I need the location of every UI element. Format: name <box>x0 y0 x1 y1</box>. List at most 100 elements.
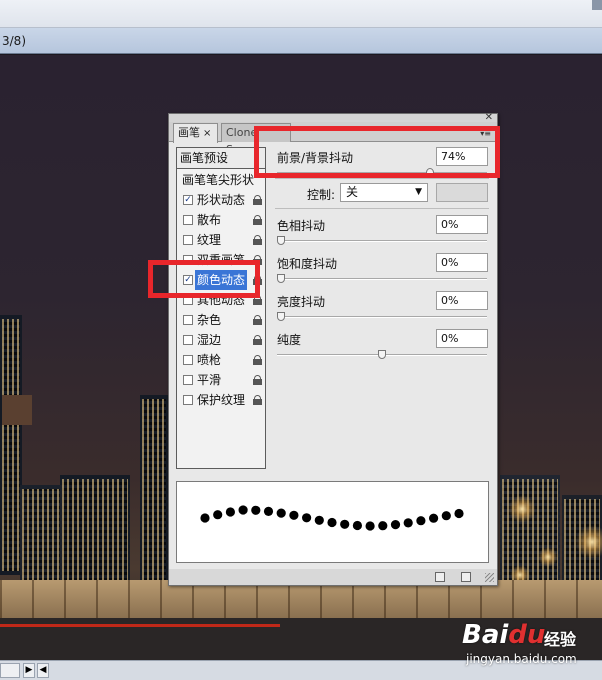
menu-bar <box>0 0 602 28</box>
brush-option-item[interactable]: ✓ 形状动态 <box>177 190 265 210</box>
checkbox[interactable] <box>183 335 193 345</box>
trash-icon[interactable] <box>461 572 471 582</box>
brush-dab <box>251 505 261 515</box>
checkbox[interactable] <box>183 375 193 385</box>
brush-dab <box>454 508 464 519</box>
panel-title-bar[interactable]: ✕ <box>169 112 497 123</box>
checkbox-checked[interactable]: ✓ <box>183 195 193 205</box>
control-select-value: 关 <box>346 185 359 199</box>
lock-icon[interactable] <box>253 335 262 345</box>
watermark-brand: Baidu <box>462 620 546 650</box>
chevron-down-icon: ▼ <box>415 187 422 197</box>
building <box>2 395 32 425</box>
checkbox[interactable] <box>183 395 193 405</box>
scroll-left-arrow[interactable]: ◀ <box>37 663 49 678</box>
purity-slider[interactable] <box>277 350 487 359</box>
brightness-jitter-label: 亮度抖动 <box>277 295 326 309</box>
resize-grip-icon[interactable] <box>485 573 494 582</box>
brush-option-label: 喷枪 <box>197 353 222 367</box>
brush-option-label: 画笔笔尖形状 <box>182 173 255 187</box>
slider-thumb[interactable] <box>277 274 285 283</box>
brush-dab <box>429 513 439 523</box>
brush-option-item[interactable]: 散布 <box>177 210 265 230</box>
brush-option-label: 杂色 <box>197 313 222 327</box>
street-light-glow <box>508 495 536 523</box>
panel-footer <box>169 569 497 585</box>
checkbox[interactable] <box>183 315 193 325</box>
brush-dab <box>403 518 413 528</box>
brush-option-item[interactable]: 纹理 <box>177 230 265 250</box>
brush-dab <box>276 508 286 518</box>
brush-option-item[interactable]: 杂色 <box>177 310 265 330</box>
brush-dab <box>378 521 388 531</box>
hue-jitter-label: 色相抖动 <box>277 219 326 233</box>
brush-stroke-preview <box>176 481 489 563</box>
lock-icon[interactable] <box>253 195 262 205</box>
purity-label: 纯度 <box>277 333 302 347</box>
street-light-glow <box>575 525 602 559</box>
brush-option-label: 平滑 <box>197 373 222 387</box>
stroke-preview-svg <box>200 505 464 531</box>
building <box>0 315 22 575</box>
brush-panel: ✕ 画笔× Clone Source ▾≡ 画笔预设 画笔笔尖形状✓形状动态散布… <box>168 112 498 586</box>
checkbox[interactable] <box>183 215 193 225</box>
building <box>140 395 168 585</box>
tab-brush[interactable]: 画笔 × <box>173 123 218 143</box>
saturation-jitter-slider[interactable] <box>277 274 487 283</box>
brush-option-item[interactable]: 湿边 <box>177 330 265 350</box>
brush-option-label: 纹理 <box>197 233 222 247</box>
lock-icon[interactable] <box>253 355 262 365</box>
brush-dab <box>289 510 299 520</box>
brush-presets-button[interactable]: 画笔预设 <box>177 148 265 169</box>
scroll-corner[interactable] <box>592 0 602 10</box>
brush-option-item[interactable]: 保护纹理 <box>177 390 265 410</box>
saturation-jitter-label: 饱和度抖动 <box>277 257 338 271</box>
brush-option-label: 湿边 <box>197 333 222 347</box>
brush-dab <box>340 519 350 529</box>
lock-icon[interactable] <box>253 235 262 245</box>
brush-option-item[interactable]: 平滑 <box>177 370 265 390</box>
brush-option-label: 保护纹理 <box>197 393 246 407</box>
control-select[interactable]: 关 ▼ <box>340 183 428 202</box>
brush-dab <box>365 521 375 531</box>
lock-icon[interactable] <box>253 375 262 385</box>
brush-option-label: 散布 <box>197 213 222 227</box>
new-preset-icon[interactable] <box>435 572 445 582</box>
brush-dab <box>238 505 248 515</box>
brush-dab <box>390 520 401 530</box>
baidu-jingyan-watermark: Baidu 经验 jingyan.baidu.com <box>462 612 602 672</box>
status-menu-arrow[interactable]: ▶ <box>23 663 35 678</box>
brush-option-item[interactable]: 喷枪 <box>177 350 265 370</box>
slider-thumb[interactable] <box>277 236 285 245</box>
document-tab[interactable]: 3/8) <box>0 28 602 54</box>
brush-options-list: 画笔预设 画笔笔尖形状 ✓ 形状动态 散布 纹理 双重画笔 ✓ 颜色动态 其他动态 杂色 湿边 喷枪平… <box>176 147 266 469</box>
brush-dab <box>416 516 426 526</box>
saturation-jitter-input[interactable]: 0% <box>436 253 488 272</box>
zoom-field[interactable] <box>0 663 20 678</box>
annotation-highlight-fg-bg <box>254 126 500 178</box>
lock-icon[interactable] <box>253 215 262 225</box>
lock-icon[interactable] <box>253 395 262 405</box>
lock-icon[interactable] <box>253 315 262 325</box>
hue-jitter-input[interactable]: 0% <box>436 215 488 234</box>
brightness-jitter-slider[interactable] <box>277 312 487 321</box>
checkbox[interactable] <box>183 235 193 245</box>
brush-dab <box>213 510 223 520</box>
building <box>500 475 560 585</box>
slider-thumb[interactable] <box>378 350 386 359</box>
building <box>60 475 130 585</box>
slider-thumb[interactable] <box>277 312 285 321</box>
brush-dab <box>314 515 324 525</box>
tab-close-icon[interactable]: × <box>203 128 211 139</box>
brush-dab <box>327 517 337 528</box>
brush-option-item[interactable]: 画笔笔尖形状 <box>177 170 265 190</box>
checkbox[interactable] <box>183 355 193 365</box>
brightness-jitter-input[interactable]: 0% <box>436 291 488 310</box>
watermark-url: jingyan.baidu.com <box>466 652 577 666</box>
brush-dab <box>200 513 210 523</box>
document-title: 3/8) <box>2 34 26 48</box>
purity-input[interactable]: 0% <box>436 329 488 348</box>
brush-dab <box>352 520 362 531</box>
tab-brush-label: 画笔 <box>178 126 200 139</box>
hue-jitter-slider[interactable] <box>277 236 487 245</box>
